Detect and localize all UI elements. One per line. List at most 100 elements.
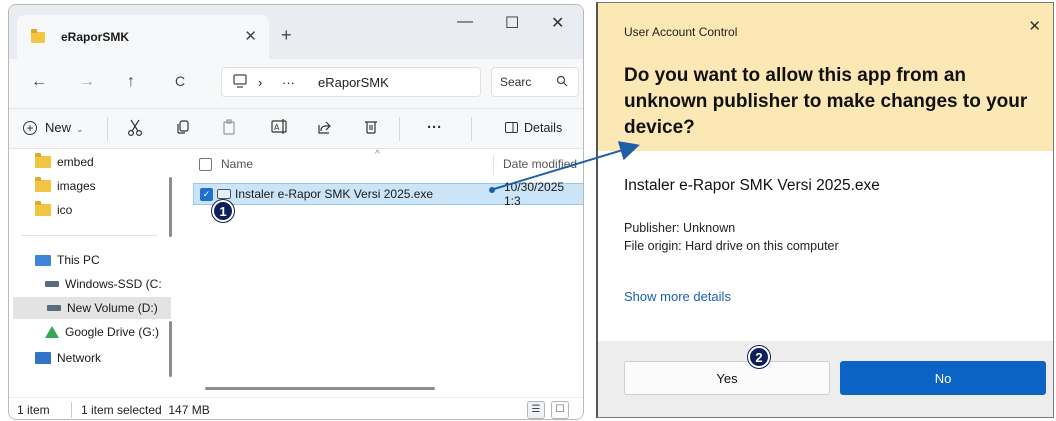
nav-scrollbar[interactable]: [169, 321, 172, 377]
nav-divider: [21, 235, 157, 236]
pc-icon: [35, 254, 51, 266]
nav-item-network[interactable]: Network: [35, 347, 101, 369]
new-tab-button[interactable]: +: [281, 25, 292, 46]
nav-item-new-volume[interactable]: New Volume (D:): [13, 297, 171, 319]
toolbar-divider: [107, 117, 108, 141]
tab-eraporsmk[interactable]: eRaporSMK ✕: [17, 15, 269, 59]
network-icon: [35, 352, 51, 364]
tab-title: eRaporSMK: [61, 30, 130, 44]
google-drive-icon: [45, 326, 59, 338]
address-bar: ← → ↑ C › ··· eRaporSMK: [9, 59, 583, 109]
nav-item-label: images: [57, 179, 96, 193]
command-bar: + New ⌄ A ··· Details: [9, 109, 583, 149]
nav-item-this-pc[interactable]: This PC: [35, 249, 100, 271]
chevron-down-icon: ⌄: [76, 124, 84, 134]
monitor-icon: [232, 73, 248, 92]
no-button[interactable]: No: [840, 361, 1046, 395]
refresh-icon[interactable]: C: [175, 73, 185, 89]
toolbar-divider: [471, 117, 472, 141]
file-list: Name ^ Date modified ✓ Instaler e-Rapor …: [175, 149, 583, 397]
close-icon[interactable]: ✕: [1028, 17, 1041, 35]
close-window-button[interactable]: ✕: [551, 13, 564, 33]
nav-item-label: ico: [57, 203, 73, 217]
toolbar-divider: [399, 117, 400, 141]
row-checkbox[interactable]: ✓: [200, 187, 213, 201]
breadcrumb-ellipsis[interactable]: ···: [282, 75, 295, 90]
details-label: Details: [524, 121, 563, 135]
plus-circle-icon: +: [23, 121, 37, 135]
nav-item-label: New Volume (D:): [67, 301, 158, 315]
nav-item-windows-ssd[interactable]: Windows-SSD (C:: [45, 273, 162, 295]
status-item-count: 1 item: [17, 403, 50, 417]
uac-publisher: Publisher: Unknown: [624, 221, 736, 235]
rename-icon[interactable]: A: [271, 119, 289, 139]
nav-item-embed[interactable]: embed: [35, 151, 94, 173]
file-explorer-window: eRaporSMK ✕ + — ☐ ✕ ← → ↑ C › ··· eRapor…: [8, 4, 584, 420]
more-options-icon[interactable]: ···: [427, 119, 442, 136]
nav-scrollbar-top[interactable]: [169, 177, 172, 237]
minimize-button[interactable]: —: [457, 13, 473, 31]
tiles-view-button[interactable]: ☐: [551, 401, 569, 419]
search-input[interactable]: [500, 75, 552, 89]
nav-item-label: Windows-SSD (C:: [65, 277, 162, 291]
uac-file-origin: File origin: Hard drive on this computer: [624, 239, 839, 253]
nav-item-label: embed: [57, 155, 94, 169]
nav-item-label: Google Drive (G:): [65, 325, 160, 339]
nav-item-label: This PC: [57, 253, 100, 267]
file-date: 10/30/2025 1:3: [504, 180, 565, 208]
column-header-name[interactable]: Name: [221, 157, 253, 171]
folder-icon: [35, 201, 51, 216]
close-tab-icon[interactable]: ✕: [244, 27, 257, 45]
cut-icon[interactable]: [127, 119, 143, 141]
status-bar: 1 item 1 item selected 147 MB ☰ ☐: [9, 397, 583, 419]
share-icon[interactable]: [317, 119, 333, 139]
folder-icon: [31, 28, 45, 43]
nav-item-google-drive[interactable]: Google Drive (G:): [45, 321, 159, 343]
step-2-badge: 2: [748, 346, 770, 368]
paste-icon[interactable]: [221, 119, 237, 140]
forward-icon[interactable]: →: [79, 73, 95, 91]
show-more-details-link[interactable]: Show more details: [624, 289, 731, 304]
column-header-date-modified[interactable]: Date modified: [503, 157, 577, 171]
back-icon[interactable]: ←: [31, 73, 47, 91]
folder-icon: [35, 153, 51, 168]
drive-icon: [47, 305, 61, 311]
nav-item-images[interactable]: images: [35, 175, 96, 197]
status-divider: [71, 402, 72, 418]
uac-dialog: User Account Control ✕ Do you want to al…: [596, 2, 1054, 418]
uac-question: Do you want to allow this app from an un…: [624, 65, 1028, 138]
delete-icon[interactable]: [363, 119, 379, 139]
yes-button[interactable]: Yes: [624, 361, 830, 395]
uac-file-name: Instaler e-Rapor SMK Versi 2025.exe: [624, 177, 880, 194]
maximize-button[interactable]: ☐: [505, 13, 519, 33]
nav-item-ico[interactable]: ico: [35, 199, 72, 221]
nav-item-label: Network: [57, 351, 102, 365]
column-divider: [493, 155, 494, 175]
sort-indicator-icon: ^: [375, 149, 380, 160]
details-view-button[interactable]: ☰: [527, 401, 545, 419]
details-pane-icon: [505, 122, 518, 133]
search-icon: [556, 75, 568, 90]
breadcrumb-current[interactable]: eRaporSMK: [318, 75, 389, 90]
drive-icon: [45, 281, 59, 287]
up-icon[interactable]: ↑: [127, 73, 135, 91]
folder-icon: [35, 177, 51, 192]
horizontal-scrollbar[interactable]: [205, 387, 435, 390]
status-selection: 1 item selected 147 MB: [81, 403, 210, 417]
copy-icon[interactable]: [175, 119, 191, 139]
search-box[interactable]: [491, 67, 579, 97]
svg-text:A: A: [274, 123, 280, 132]
details-button[interactable]: Details: [505, 121, 562, 135]
exe-icon: [217, 189, 231, 199]
new-button[interactable]: + New ⌄: [23, 120, 84, 135]
uac-header: User Account Control ✕ Do you want to al…: [598, 3, 1053, 151]
uac-title: User Account Control: [624, 25, 738, 39]
breadcrumb[interactable]: › ··· eRaporSMK: [221, 67, 481, 97]
file-row-installer[interactable]: ✓ Instaler e-Rapor SMK Versi 2025.exe 10…: [193, 180, 583, 208]
step-1-badge: 1: [212, 200, 234, 222]
file-name: Instaler e-Rapor SMK Versi 2025.exe: [235, 187, 434, 201]
new-label: New: [45, 120, 72, 135]
breadcrumb-chevron: ›: [258, 75, 263, 90]
title-bar: eRaporSMK ✕ + — ☐ ✕: [9, 5, 583, 59]
select-all-checkbox[interactable]: [199, 157, 212, 172]
